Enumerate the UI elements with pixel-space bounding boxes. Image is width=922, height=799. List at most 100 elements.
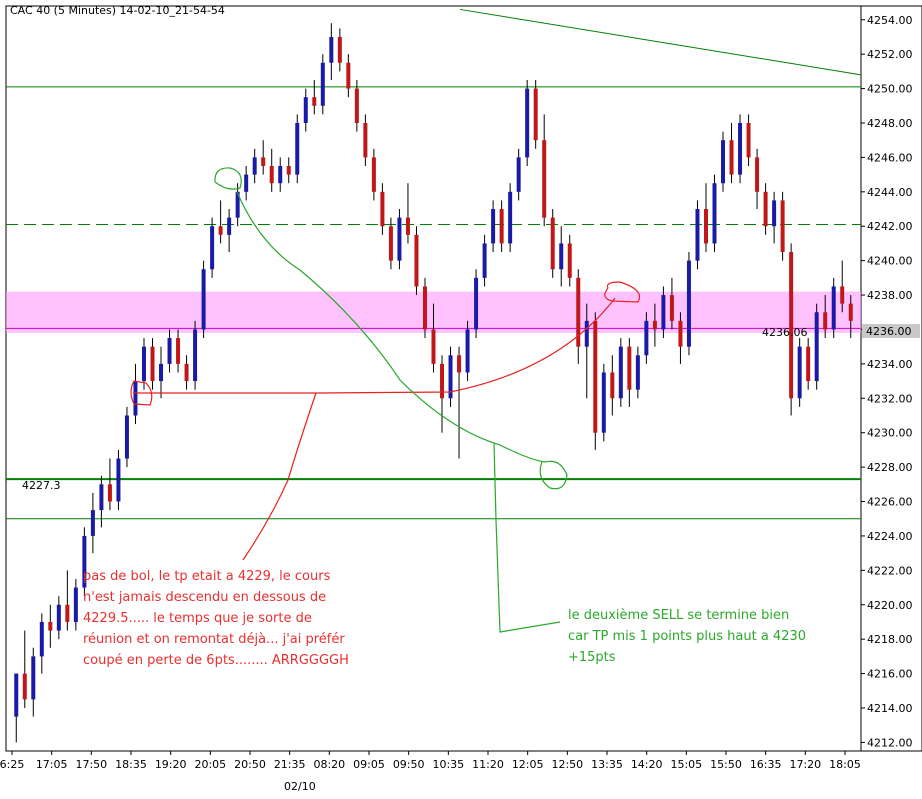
candle-body (814, 312, 819, 382)
candle-body (124, 415, 129, 459)
candle-body (150, 346, 155, 382)
candle-body (56, 604, 61, 631)
candle-body (201, 269, 206, 330)
candle-body (388, 226, 393, 261)
candle-body (31, 656, 36, 700)
candle-body (610, 372, 615, 399)
candle (193, 320, 198, 390)
candle-body (295, 122, 300, 175)
y-tick-label: 4240.00 (867, 255, 913, 268)
candle-body (491, 209, 496, 244)
candle-body (22, 673, 27, 700)
candle-body (593, 320, 598, 433)
candle-body (806, 346, 811, 382)
candle (474, 269, 479, 339)
candle-body (559, 243, 564, 270)
candle-body (840, 286, 845, 304)
candle-body (278, 166, 283, 184)
candle-body (116, 458, 121, 502)
x-tick-label: 15:50 (710, 758, 742, 771)
y-tick-label: 4228.00 (867, 461, 913, 474)
candle-body (99, 484, 104, 511)
candle (82, 527, 87, 597)
x-tick-label: 11:20 (472, 758, 504, 771)
x-tick-label: 19:20 (155, 758, 187, 771)
candle-body (39, 621, 44, 657)
candle-body (525, 88, 530, 158)
x-tick-label: 14:20 (631, 758, 663, 771)
candle-body (422, 286, 427, 330)
candle-body (252, 157, 257, 175)
x-tick-label: 18:05 (829, 758, 861, 771)
annotation-red: pas de bol, le tp etait a 4229, le cours… (83, 569, 349, 668)
y-tick-label: 4216.00 (867, 668, 913, 681)
candle (465, 320, 470, 382)
candle-body (48, 621, 53, 631)
candle-body (431, 329, 436, 364)
candle-body (738, 122, 743, 175)
candle (550, 209, 555, 278)
candle-body (482, 243, 487, 278)
candle-body (703, 209, 708, 244)
y-tick-label: 4220.00 (867, 599, 913, 612)
x-tick-label: 13:35 (591, 758, 623, 771)
candle (601, 363, 606, 442)
y-tick-label: 4252.00 (867, 48, 913, 61)
candle (695, 200, 700, 270)
y-tick-label: 4232.00 (867, 392, 913, 405)
annotation-red-line: réunion et on remontat déjà... j'ai préf… (83, 632, 345, 647)
candle-body (584, 320, 589, 347)
candle-body (65, 604, 70, 622)
x-tick-label: 16:35 (750, 758, 782, 771)
candle-body (652, 320, 657, 330)
candle-body (797, 346, 802, 399)
candle (210, 217, 215, 278)
y-tick-label: 4254.00 (867, 14, 913, 27)
y-tick-label: 4214.00 (867, 702, 913, 715)
x-tick-label: 20:50 (234, 758, 266, 771)
x-tick-label: 20:05 (194, 758, 226, 771)
candle-body (159, 363, 164, 382)
candle (397, 209, 402, 270)
annotation-green-line: +15pts (568, 650, 616, 665)
candle-body (184, 363, 189, 382)
candle (508, 183, 513, 253)
y-tick-label: 4230.00 (867, 427, 913, 440)
candle (533, 79, 538, 149)
x-tick-label: 08:20 (313, 758, 345, 771)
annotation-red-line: 4229.5..... le temps que je sorte de (83, 611, 312, 626)
y-tick-label: 4242.00 (867, 220, 913, 233)
candle (116, 449, 121, 511)
candle-body (218, 226, 223, 235)
date-label: 02/10 (284, 780, 316, 793)
candle-body (346, 62, 351, 89)
candle (422, 277, 427, 339)
y-tick-label: 4246.00 (867, 151, 913, 164)
x-tick-label: 18:35 (115, 758, 147, 771)
candle-body (661, 295, 666, 330)
candle-body (244, 174, 249, 192)
x-tick-label: 10:35 (432, 758, 464, 771)
candle-body (269, 166, 274, 184)
candle-body (516, 157, 521, 192)
x-tick-label: 09:50 (393, 758, 425, 771)
y-tick-label: 4222.00 (867, 564, 913, 577)
candle-body (635, 355, 640, 390)
candle-body (542, 140, 547, 218)
candle-body (746, 122, 751, 158)
candle-body (618, 346, 623, 399)
candle-body (465, 329, 470, 373)
candle-body (167, 338, 172, 364)
candle-body (627, 346, 632, 390)
y-tick-label: 4226.00 (867, 496, 913, 509)
candle-body (414, 234, 419, 287)
annotation-red-line: coupé en perte de 6pts........ ARRGGGGH (83, 653, 349, 668)
candle-body (90, 510, 95, 536)
candle-body (193, 329, 198, 382)
candle (295, 114, 300, 184)
candle-body (107, 484, 112, 502)
candle (124, 406, 129, 468)
candle-body (176, 338, 181, 364)
candle-body (533, 88, 538, 141)
candle-body (729, 140, 734, 175)
